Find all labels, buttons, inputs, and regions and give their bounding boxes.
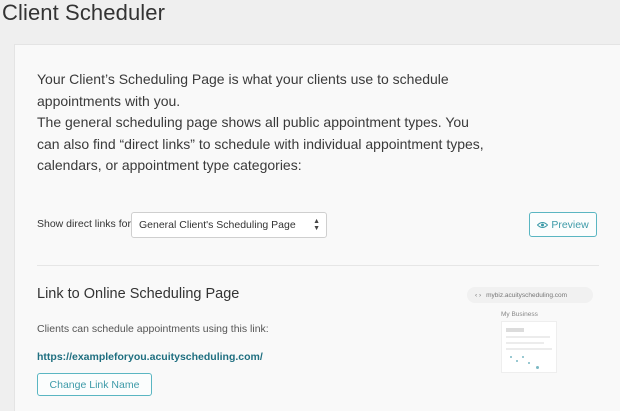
preview-mini-heading <box>506 328 524 332</box>
section-divider <box>37 265 599 266</box>
preview-mini-dot <box>510 356 512 358</box>
preview-mini-line <box>506 336 550 338</box>
page-title: Client Scheduler <box>2 0 166 25</box>
preview-mini-dot <box>536 366 539 369</box>
select-arrows-icon: ▲ ▼ <box>313 218 320 232</box>
scheduling-page-preview-thumbnail: ‹ › mybiz.acuityscheduling.com My Busine… <box>467 285 593 385</box>
preview-mini-dot <box>522 356 524 358</box>
preview-mini-dot <box>516 360 518 362</box>
direct-links-row: Show direct links for: General Client's … <box>37 212 607 238</box>
browser-url-bar: ‹ › mybiz.acuityscheduling.com <box>467 287 593 303</box>
direct-links-selected-value: General Client's Scheduling Page <box>139 219 296 231</box>
link-section-title: Link to Online Scheduling Page <box>37 286 240 302</box>
browser-nav-arrows-icon: ‹ › <box>475 291 482 299</box>
direct-links-label: Show direct links for: <box>37 218 134 230</box>
eye-icon <box>537 221 549 228</box>
scheduler-card: Your Client’s Scheduling Page is what yo… <box>14 44 620 411</box>
scheduling-page-link[interactable]: https://exampleforyou.acuityscheduling.c… <box>37 351 263 363</box>
preview-button[interactable]: Preview <box>529 212 597 237</box>
preview-mini-page <box>501 321 557 373</box>
direct-links-select[interactable]: General Client's Scheduling Page ▲ ▼ <box>131 212 327 238</box>
preview-business-name: My Business <box>501 311 538 318</box>
preview-mini-dot <box>528 362 530 364</box>
intro-text: Your Client’s Scheduling Page is what yo… <box>37 69 487 177</box>
change-link-name-button[interactable]: Change Link Name <box>37 373 152 396</box>
link-section-description: Clients can schedule appointments using … <box>37 323 269 335</box>
intro-paragraph-1: Your Client’s Scheduling Page is what yo… <box>37 71 449 109</box>
preview-url-text: mybiz.acuityscheduling.com <box>486 291 568 299</box>
preview-mini-line <box>506 342 544 344</box>
preview-mini-line <box>506 348 552 350</box>
intro-paragraph-2: The general scheduling page shows all pu… <box>37 114 484 173</box>
preview-button-label: Preview <box>551 218 589 231</box>
